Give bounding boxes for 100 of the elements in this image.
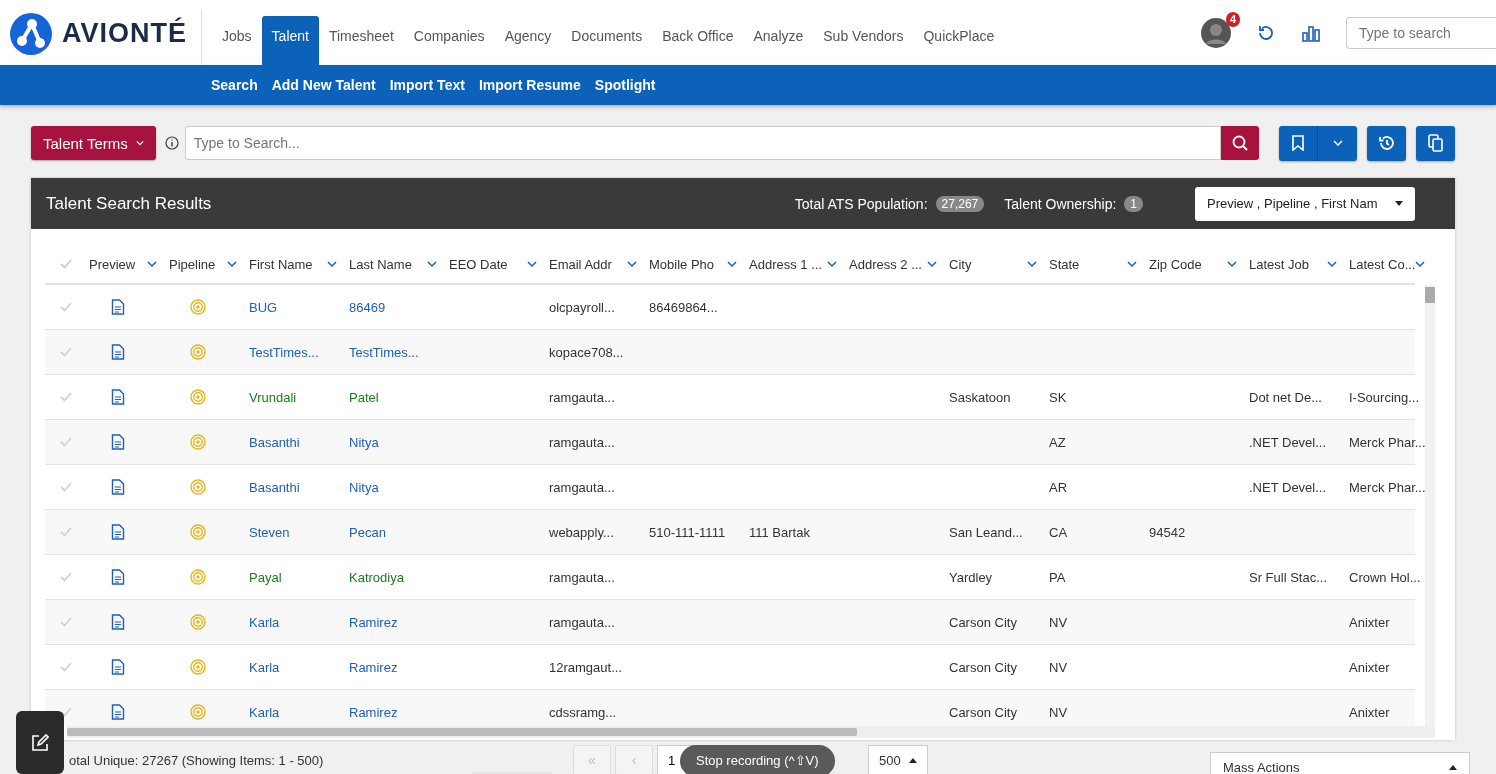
- column-header[interactable]: Address 1 ...: [749, 256, 822, 272]
- checkmark-icon[interactable]: [60, 482, 72, 492]
- document-icon: [111, 524, 125, 540]
- name-link[interactable]: Karla: [249, 614, 280, 630]
- checkmark-icon[interactable]: [60, 572, 72, 582]
- column-header[interactable]: Preview: [89, 256, 136, 272]
- stop-recording-button[interactable]: Stop recording (^⇧V): [680, 745, 835, 774]
- chevron-down-icon: [1127, 261, 1137, 267]
- name-link[interactable]: Patel: [349, 389, 379, 405]
- nav-tab[interactable]: Talent: [261, 16, 319, 65]
- table-cell: Merck Phar...: [1349, 434, 1426, 450]
- nav-tab[interactable]: Timesheet: [318, 16, 404, 65]
- name-link[interactable]: Vrundali: [249, 389, 297, 405]
- chevron-down-icon: [1415, 261, 1426, 267]
- checkmark-icon[interactable]: [60, 662, 72, 672]
- column-header[interactable]: EEO Date: [449, 256, 508, 272]
- nav-tab[interactable]: Agency: [494, 16, 562, 65]
- table-cell: 94542: [1149, 524, 1186, 540]
- checkmark-icon: [60, 259, 72, 269]
- copy-button[interactable]: [1416, 125, 1455, 161]
- table-cell: 12ramgaut...: [549, 659, 622, 675]
- name-link[interactable]: Karla: [249, 659, 280, 675]
- column-header[interactable]: Latest Job: [1249, 256, 1309, 272]
- name-link[interactable]: 86469: [349, 299, 386, 315]
- chevron-down-icon: [135, 140, 144, 146]
- notification-badge: 4: [1225, 11, 1240, 27]
- name-link[interactable]: Nitya: [349, 434, 379, 450]
- column-header[interactable]: State: [1049, 256, 1080, 272]
- table-cell: .NET Devel...: [1249, 479, 1327, 495]
- edit-button[interactable]: [16, 711, 64, 774]
- checkmark-icon[interactable]: [60, 527, 72, 537]
- page-size-select[interactable]: 500: [868, 745, 928, 774]
- nav-tab[interactable]: Jobs: [212, 16, 262, 65]
- nav-tab[interactable]: Sub Vendors: [813, 16, 914, 65]
- nav-tab[interactable]: Companies: [403, 16, 495, 65]
- nav-tab[interactable]: QuickPlace: [913, 16, 1005, 65]
- column-header[interactable]: Mobile Pho: [649, 256, 715, 272]
- nav-tab[interactable]: Analyze: [743, 16, 814, 65]
- subnav-link[interactable]: Import Resume: [478, 77, 581, 93]
- results-summary: otal Unique: 27267 (Showing Items: 1 - 500): [69, 752, 325, 768]
- mass-actions-select[interactable]: Mass Actions: [1210, 752, 1470, 774]
- info-icon: [164, 136, 179, 150]
- column-header[interactable]: Zip Code: [1149, 256, 1202, 272]
- document-icon: [111, 344, 125, 360]
- panel-title: Talent Search Results: [46, 193, 212, 214]
- column-header[interactable]: Pipeline: [169, 256, 216, 272]
- chevron-down-icon: [1027, 261, 1037, 267]
- columns-select[interactable]: Preview , Pipeline , First Nam: [1195, 186, 1415, 221]
- chevron-down-icon: [827, 261, 837, 267]
- history-button[interactable]: [1367, 125, 1406, 161]
- column-header[interactable]: City: [949, 256, 972, 272]
- search-button[interactable]: [1221, 126, 1259, 160]
- bookmark-button[interactable]: [1279, 125, 1318, 161]
- column-header[interactable]: Email Addr: [549, 256, 612, 272]
- column-header[interactable]: Latest Co...: [1349, 256, 1416, 272]
- table-cell: NV: [1049, 614, 1068, 630]
- column-header[interactable]: Address 2 ...: [849, 256, 922, 272]
- subnav-link[interactable]: Spotlight: [594, 77, 656, 93]
- name-link[interactable]: TestTimes...: [349, 344, 419, 360]
- name-link[interactable]: Basanthi: [249, 479, 300, 495]
- target-icon: [190, 614, 206, 630]
- name-link[interactable]: Ramirez: [349, 659, 398, 675]
- name-link[interactable]: Steven: [249, 524, 290, 540]
- name-link[interactable]: Ramirez: [349, 614, 398, 630]
- document-icon: [111, 614, 125, 630]
- checkmark-icon[interactable]: [60, 302, 72, 312]
- table-cell: Yardley: [949, 569, 993, 585]
- target-icon: [190, 704, 206, 720]
- document-icon: [111, 569, 125, 585]
- table-cell: ramgauta...: [549, 569, 615, 585]
- name-link[interactable]: Pecan: [349, 524, 386, 540]
- checkmark-icon[interactable]: [60, 392, 72, 402]
- nav-tab[interactable]: Back Office: [652, 16, 744, 65]
- history-icon: [1377, 134, 1396, 152]
- name-link[interactable]: BUG: [249, 299, 278, 315]
- target-icon: [190, 659, 206, 675]
- table-cell: Saskatoon: [949, 389, 1011, 405]
- checkmark-icon[interactable]: [60, 437, 72, 447]
- search-field[interactable]: Type to Search...: [184, 126, 1221, 160]
- subnav-link[interactable]: Import Text: [389, 77, 465, 93]
- checkmark-icon[interactable]: [60, 347, 72, 357]
- name-link[interactable]: Payal: [249, 569, 282, 585]
- checkmark-icon[interactable]: [60, 617, 72, 627]
- subnav-link[interactable]: Search: [211, 77, 258, 93]
- target-icon: [190, 524, 206, 540]
- name-link[interactable]: Basanthi: [249, 434, 300, 450]
- dropdown-button[interactable]: [1318, 125, 1357, 161]
- name-link[interactable]: Karla: [249, 704, 280, 720]
- talent-terms-button[interactable]: Talent Terms: [31, 126, 156, 160]
- name-link[interactable]: Katrodiya: [349, 569, 404, 585]
- document-icon: [111, 299, 125, 315]
- name-link[interactable]: TestTimes...: [249, 344, 319, 360]
- name-link[interactable]: Ramirez: [349, 704, 398, 720]
- column-header[interactable]: First Name: [249, 256, 313, 272]
- column-header[interactable]: Last Name: [349, 256, 412, 272]
- chevron-down-icon: [927, 261, 937, 267]
- subnav-link[interactable]: Add New Talent: [271, 77, 376, 93]
- search-field[interactable]: Type to search: [1346, 16, 1496, 49]
- name-link[interactable]: Nitya: [349, 479, 379, 495]
- nav-tab[interactable]: Documents: [561, 16, 653, 65]
